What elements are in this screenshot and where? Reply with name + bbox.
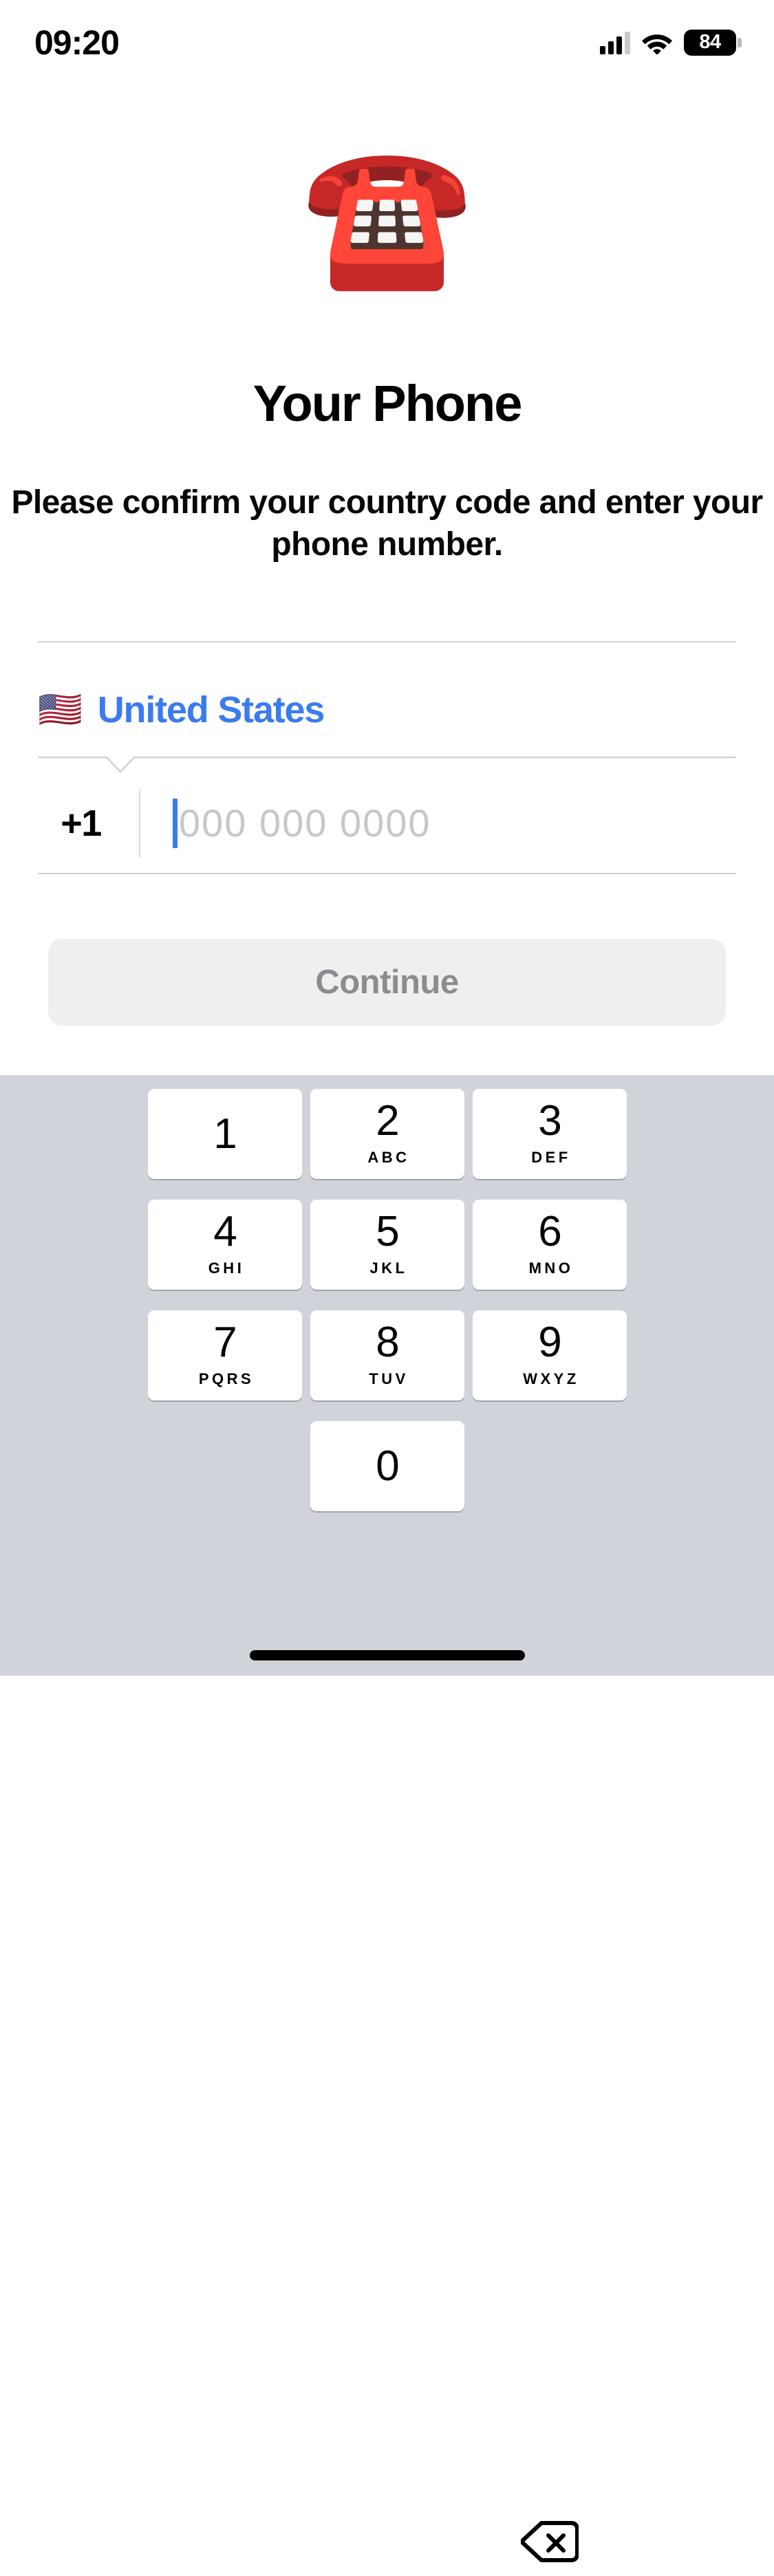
page-subtitle: Please confirm your country code and ent…	[11, 484, 763, 563]
keypad-key-number: 4	[213, 1208, 237, 1255]
keypad-key-number: 8	[376, 1319, 399, 1366]
keypad-key-number: 6	[538, 1208, 561, 1255]
keypad-key-letters: GHI	[208, 1259, 245, 1277]
keypad-key-9[interactable]: 9 WXYZ	[473, 1310, 627, 1400]
keypad-key-letters: ABC	[367, 1149, 410, 1166]
field-separator	[139, 788, 140, 858]
keypad-key-number: 9	[538, 1319, 561, 1366]
keypad-key-0[interactable]: 0	[310, 1421, 464, 1511]
keypad-key-number: 0	[376, 1442, 399, 1490]
keypad-key-letters: PQRS	[198, 1370, 255, 1387]
status-bar: 09:20 84	[0, 0, 774, 76]
wifi-icon	[642, 34, 672, 54]
phone-input-placeholder[interactable]: 000 000 0000	[179, 803, 431, 843]
backspace-delete-icon[interactable]	[508, 2507, 591, 2576]
divider-with-notch	[38, 742, 736, 773]
keypad-key-letters: WXYZ	[523, 1370, 579, 1387]
keypad-key-8[interactable]: 8 TUV	[310, 1310, 464, 1400]
divider-bottom	[38, 873, 736, 874]
continue-button[interactable]: Continue	[48, 939, 726, 1026]
phone-number-field[interactable]: +1 000 000 0000	[38, 773, 736, 873]
keypad-key-1[interactable]: 1	[148, 1089, 302, 1179]
keypad-key-5[interactable]: 5 JKL	[310, 1200, 464, 1290]
dial-code-label: +1	[61, 802, 102, 844]
keypad-key-3[interactable]: 3 DEF	[473, 1089, 627, 1179]
country-selector[interactable]: 🇺🇸 United States	[38, 678, 736, 742]
keypad-key-number: 1	[213, 1110, 237, 1158]
keypad-key-number: 2	[376, 1097, 399, 1145]
text-caret	[173, 798, 178, 848]
keypad-key-number: 7	[213, 1319, 237, 1366]
cellular-signal-icon	[600, 31, 630, 54]
keypad-key-number: 5	[376, 1208, 399, 1255]
keypad-key-number: 3	[538, 1097, 561, 1145]
keypad-key-letters: TUV	[369, 1370, 409, 1387]
keypad-key-7[interactable]: 7 PQRS	[148, 1310, 302, 1400]
home-indicator	[249, 1650, 525, 1660]
battery-icon: 84	[684, 30, 742, 56]
keypad-key-2[interactable]: 2 ABC	[310, 1089, 464, 1179]
keypad-key-4[interactable]: 4 GHI	[148, 1200, 302, 1290]
divider-top	[38, 641, 736, 642]
telephone-emoji: ☎️	[301, 136, 473, 296]
battery-level-label: 84	[699, 31, 721, 53]
numeric-keypad: 0 9 WXYZ 8 TUV 7 PQRS 6 MNO 5 JKL 4 GHI 3 DEF 2 ABC 1	[0, 1075, 774, 2562]
country-name-label: United States	[97, 689, 325, 730]
keypad-key-letters: JKL	[369, 1259, 408, 1277]
status-bar-time: 09:20	[34, 23, 120, 62]
status-bar-indicators: 84	[600, 20, 742, 56]
keypad-key-6[interactable]: 6 MNO	[473, 1200, 627, 1290]
keypad-key-letters: DEF	[531, 1149, 571, 1166]
keypad-key-letters: MNO	[528, 1259, 574, 1277]
united-states-flag-icon: 🇺🇸	[38, 689, 83, 730]
page-title: Your Phone	[252, 375, 523, 432]
